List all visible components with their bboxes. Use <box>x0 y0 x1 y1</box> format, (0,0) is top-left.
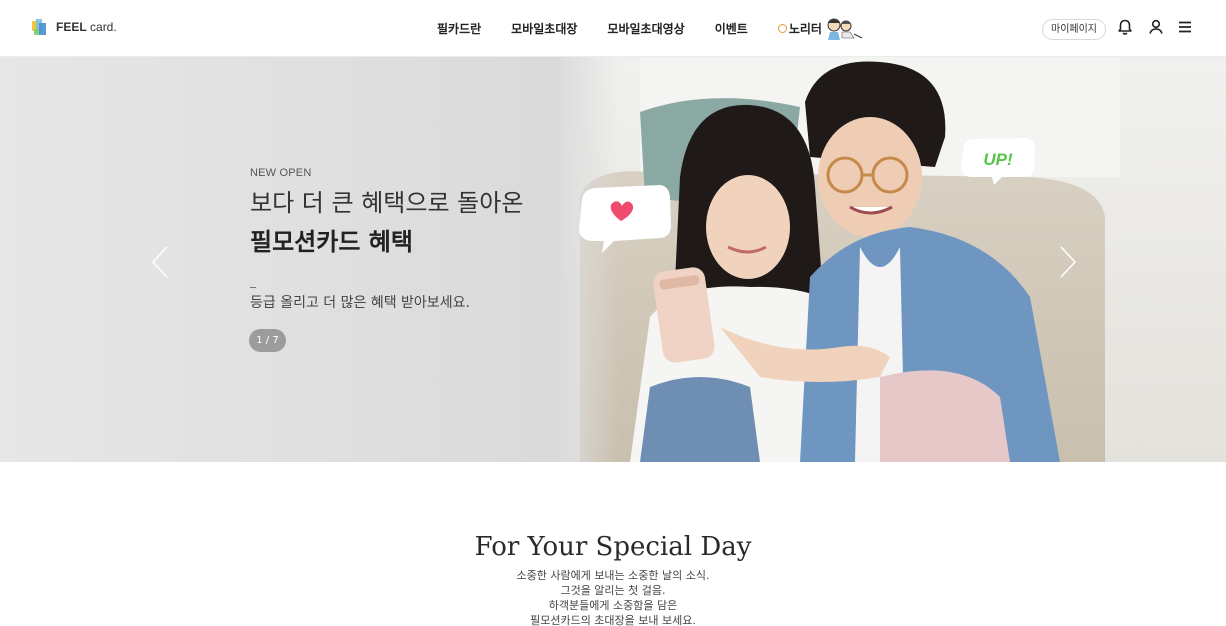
up-bubble-label: UP! <box>983 150 1013 169</box>
nav-feelcard[interactable]: 필카드란 <box>437 20 481 37</box>
norita-dot-icon <box>777 24 787 33</box>
section-description: 소중한 사람에게 보내는 소중한 날의 소식. 그것을 알리는 첫 걸음. 하객… <box>0 568 1226 626</box>
hero-divider <box>250 287 256 288</box>
user-icon[interactable] <box>1147 18 1165 36</box>
logo-wordmark: FEEL card. <box>56 20 117 34</box>
heart-bubble-icon <box>579 185 671 253</box>
next-arrow-icon[interactable] <box>1058 245 1078 279</box>
nav-mobile-video[interactable]: 모바일초대영상 <box>607 20 684 37</box>
bell-icon[interactable] <box>1116 18 1134 36</box>
nav-norita[interactable]: 노리터 <box>777 16 864 42</box>
hero-title-line1: 보다 더 큰 혜택으로 돌아온 <box>250 189 524 217</box>
mypage-button[interactable]: 마이페이지 <box>1042 19 1106 40</box>
hero-eyebrow: NEW OPEN <box>250 167 312 179</box>
hero-copy: NEW OPEN 보다 더 큰 혜택으로 돌아온 필모션카드 혜택 등급 올리고… <box>250 167 523 312</box>
site-header: FEEL card. 필카드란 모바일초대장 모바일초대영상 이벤트 노리터 마… <box>0 0 1226 57</box>
logo-mark-icon <box>32 19 46 35</box>
menu-icon[interactable] <box>1176 18 1194 36</box>
hero-banner[interactable]: UP! NEW OPEN 보다 더 큰 혜택으로 돌아온 필모션카드 혜택 등급… <box>0 57 1226 462</box>
logo-card: card. <box>90 20 117 34</box>
prev-arrow-icon[interactable] <box>150 245 170 279</box>
main-nav: 필카드란 모바일초대장 모바일초대영상 이벤트 노리터 <box>437 0 864 57</box>
nav-event[interactable]: 이벤트 <box>714 20 748 37</box>
hero-subtitle: 등급 올리고 더 많은 혜택 받아보세요. <box>250 295 470 311</box>
site-logo[interactable]: FEEL card. <box>30 17 117 37</box>
slide-pager: 1 / 7 <box>249 329 286 352</box>
section-line-4: 필모션카드의 초대장을 보내 보세요. <box>530 614 696 626</box>
section-line-2: 그것을 알리는 첫 걸음. <box>560 584 666 597</box>
section-line-1: 소중한 사람에게 보내는 소중한 날의 소식. <box>516 569 710 582</box>
nav-norita-label: 노리터 <box>788 22 822 36</box>
logo-bold: FEEL <box>56 20 87 34</box>
norita-character-icon <box>827 18 863 40</box>
hero-couple-image <box>560 57 1120 462</box>
up-bubble-icon: UP! <box>961 138 1035 185</box>
nav-mobile-invitation[interactable]: 모바일초대장 <box>511 20 577 37</box>
section-line-3: 하객분들에게 소중함을 담은 <box>548 599 678 612</box>
hero-title-line2: 필모션카드 혜택 <box>250 228 413 256</box>
section-title: For Your Special Day <box>474 532 752 562</box>
